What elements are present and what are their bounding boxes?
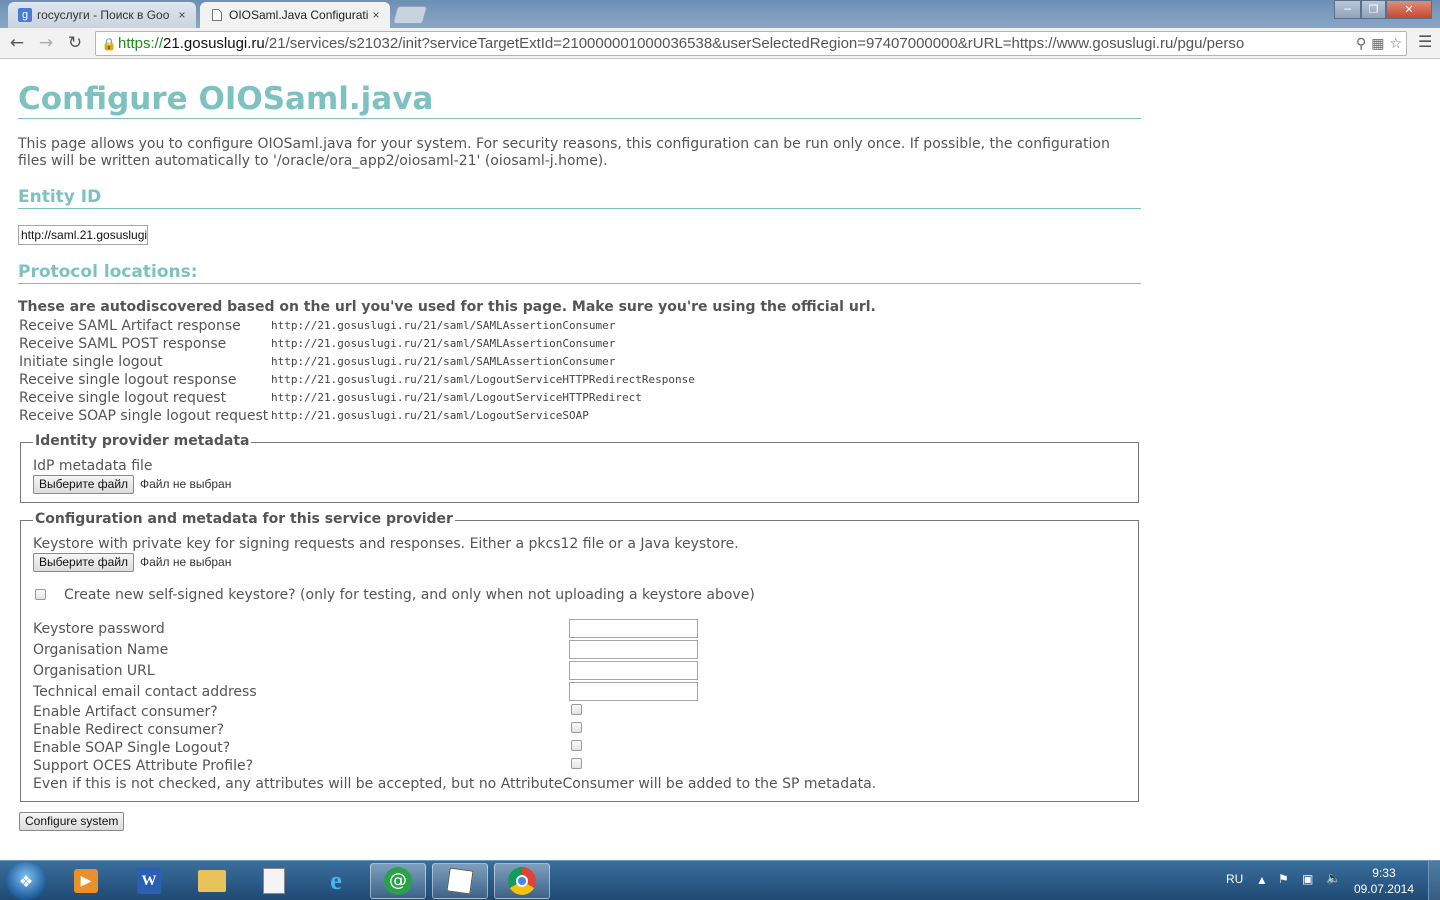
soap-single-logout-checkbox[interactable]: [571, 740, 582, 751]
organisation-name-label: Organisation Name: [33, 642, 169, 658]
windows-start-icon[interactable]: ❖: [6, 862, 46, 900]
soap-single-logout-label: Enable SOAP Single Logout?: [33, 740, 231, 756]
back-icon[interactable]: ←: [6, 32, 28, 54]
protocol-row: Receive single logout request http://21.g…: [19, 390, 642, 406]
browser-menu-icon[interactable]: ☰: [1418, 34, 1434, 50]
protocol-row: Receive single logout response http://21.…: [19, 372, 695, 388]
show-hidden-icons[interactable]: ▲: [1256, 873, 1268, 900]
keystore-password-label: Keystore password: [33, 621, 165, 637]
artifact-consumer-checkbox[interactable]: [571, 704, 582, 715]
address-bar[interactable]: 🔒 https://21.gosuslugi.ru/21/services/s2…: [95, 31, 1407, 56]
idp-choose-file-button[interactable]: Выберите файл: [33, 475, 135, 494]
protocol-notice: These are autodiscovered based on the ur…: [18, 299, 876, 315]
mail-agent-icon[interactable]: @: [370, 863, 426, 899]
create-keystore-checkbox[interactable]: [35, 589, 46, 600]
page-title: Configure OIOSaml.java: [18, 82, 1141, 119]
protocol-row: Receive SAML POST response http://21.gosu…: [19, 336, 616, 352]
windows-taskbar: ❖ ▶ W e @ RU ▲ ⚑ ▣ 🔈 9:33 09.07.2014: [0, 860, 1440, 900]
translate-icon[interactable]: ▦: [1371, 36, 1384, 52]
reload-icon[interactable]: ↻: [64, 32, 86, 54]
idp-file-status: Файл не выбран: [140, 477, 232, 491]
chrome-icon[interactable]: [494, 863, 550, 899]
document-icon: [210, 8, 224, 22]
idp-metadata-legend: Identity provider metadata: [33, 432, 252, 450]
idp-metadata-file-label: IdP metadata file: [33, 458, 153, 474]
protocol-row: Initiate single logout http://21.gosuslug…: [19, 354, 616, 370]
keystore-label: Keystore with private key for signing re…: [33, 536, 739, 552]
technical-email-label: Technical email contact address: [33, 684, 257, 700]
language-indicator[interactable]: RU: [1226, 872, 1243, 900]
idp-metadata-fieldset: Identity provider metadata IdP metadata …: [20, 432, 1139, 503]
page-content: Configure OIOSaml.java This page allows …: [0, 60, 1440, 860]
protocol-row: Receive SAML Artifact response http://21.…: [19, 318, 616, 334]
redirect-consumer-checkbox[interactable]: [571, 722, 582, 733]
configure-system-button[interactable]: Configure system: [19, 812, 125, 831]
search-icon[interactable]: ⚲: [1356, 36, 1366, 52]
forward-icon[interactable]: →: [35, 32, 57, 54]
sp-configuration-legend: Configuration and metadata for this serv…: [33, 510, 455, 528]
file-explorer-icon[interactable]: [184, 863, 240, 899]
url-text[interactable]: https://21.gosuslugi.ru/21/services/s210…: [118, 35, 1356, 52]
create-keystore-label: Create new self-signed keystore? (only f…: [64, 587, 755, 603]
media-player-icon[interactable]: ▶: [58, 863, 114, 899]
browser-toolbar: ← → ↻ 🔒 https://21.gosuslugi.ru/21/servi…: [0, 28, 1440, 59]
new-tab-button[interactable]: [392, 6, 428, 24]
system-clock[interactable]: 9:33 09.07.2014: [1354, 865, 1414, 897]
minimize-icon[interactable]: ─: [1334, 0, 1361, 19]
keystore-password-input[interactable]: [569, 619, 698, 638]
organisation-url-label: Organisation URL: [33, 663, 155, 679]
volume-icon[interactable]: 🔈: [1326, 871, 1341, 900]
redirect-consumer-label: Enable Redirect consumer?: [33, 722, 225, 738]
action-center-flag-icon[interactable]: ⚑: [1278, 872, 1289, 900]
organisation-url-input[interactable]: [569, 661, 698, 680]
oces-attribute-profile-label: Support OCES Attribute Profile?: [33, 758, 254, 774]
clock-date: 09.07.2014: [1353, 882, 1414, 896]
tab-close-icon[interactable]: ×: [368, 8, 384, 22]
lock-icon: 🔒: [101, 36, 117, 51]
organisation-name-input[interactable]: [569, 640, 698, 659]
maximize-icon[interactable]: ❐: [1361, 0, 1386, 19]
window-controls: ─ ❐ ✕: [1334, 0, 1432, 19]
google-icon: g: [18, 8, 32, 22]
entity-id-heading: Entity ID: [18, 186, 1141, 209]
network-icon[interactable]: ▣: [1302, 872, 1313, 900]
intro-text: This page allows you to configure OIOSam…: [18, 136, 1110, 169]
protocol-locations-heading: Protocol locations:: [18, 261, 1141, 284]
tab-oiosaml-configuration[interactable]: OIOSaml.Java Configurati ×: [200, 2, 390, 28]
entity-id-input[interactable]: http://saml.21.gosuslugi: [18, 225, 148, 245]
document-viewer-icon[interactable]: [246, 863, 302, 899]
bookmark-star-icon[interactable]: ☆: [1389, 36, 1402, 52]
show-desktop-button[interactable]: [1428, 861, 1440, 900]
clock-time: 9:33: [1372, 866, 1396, 880]
keystore-file-status: Файл не выбран: [140, 555, 232, 569]
paint-icon[interactable]: [432, 863, 488, 899]
technical-email-input[interactable]: [569, 682, 698, 701]
tab-google-search[interactable]: g госуслуги - Поиск в Goo ×: [8, 2, 196, 28]
tab-close-icon[interactable]: ×: [174, 8, 190, 22]
artifact-consumer-label: Enable Artifact consumer?: [33, 704, 218, 720]
browser-tab-strip: g госуслуги - Поиск в Goo × OIOSaml.Java…: [0, 0, 1440, 28]
attribute-consumer-note: Even if this is not checked, any attribu…: [33, 776, 877, 792]
oces-attribute-profile-checkbox[interactable]: [571, 758, 582, 769]
protocol-row: Receive SOAP single logout request http:/…: [19, 408, 589, 424]
word-icon[interactable]: W: [121, 863, 177, 899]
internet-explorer-icon[interactable]: e: [308, 863, 364, 899]
keystore-choose-file-button[interactable]: Выберите файл: [33, 553, 135, 572]
close-window-icon[interactable]: ✕: [1386, 0, 1432, 19]
sp-configuration-fieldset: Configuration and metadata for this serv…: [20, 510, 1139, 802]
